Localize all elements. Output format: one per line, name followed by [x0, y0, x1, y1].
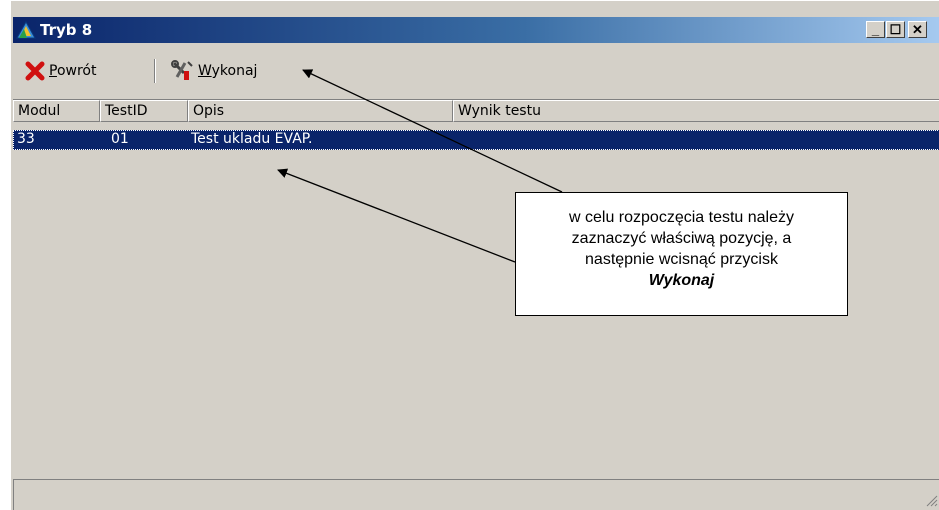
maximize-icon: ☐	[889, 22, 902, 37]
app-triangle-icon	[16, 21, 36, 39]
callout-line-2: zaznaczyć właściwą pozycję, a	[571, 230, 792, 247]
toolbar: Powrót Wykonaj	[13, 45, 939, 95]
column-header-opis[interactable]: Opis	[188, 100, 453, 122]
maximize-button[interactable]: ☐	[886, 21, 905, 38]
list-header: Modul TestID Opis Wynik testu	[13, 100, 939, 122]
close-button[interactable]: ✕	[908, 21, 927, 38]
table-row[interactable]: 33 01 Test ukladu EVAP.	[13, 130, 939, 150]
callout-line-3: następnie wcisnąć przycisk	[585, 251, 778, 268]
title-bar[interactable]: Tryb 8 _ ☐ ✕	[13, 17, 939, 43]
annotation-callout: w celu rozpoczęcia testu należy zaznaczy…	[515, 192, 848, 316]
execute-button-label: Wykonaj	[198, 63, 258, 79]
cell-testid: 01	[111, 131, 129, 147]
tools-icon	[171, 60, 193, 80]
back-button[interactable]: Powrót	[25, 59, 96, 83]
callout-line-4: Wykonaj	[648, 272, 715, 289]
window-title: Tryb 8	[40, 21, 93, 39]
close-icon: ✕	[912, 22, 923, 37]
back-button-label: Powrót	[49, 63, 97, 79]
execute-button[interactable]: Wykonaj	[171, 59, 257, 83]
cell-opis: Test ukladu EVAP.	[191, 131, 313, 147]
red-x-icon	[25, 61, 45, 81]
cell-modul: 33	[17, 131, 35, 147]
column-header-modul[interactable]: Modul	[13, 100, 100, 122]
column-header-testid[interactable]: TestID	[100, 100, 188, 122]
minimize-icon: _	[871, 22, 880, 37]
callout-line-1: w celu rozpoczęcia testu należy	[569, 209, 794, 226]
minimize-button[interactable]: _	[866, 21, 885, 38]
status-bar	[13, 479, 939, 510]
toolbar-separator	[154, 59, 156, 83]
column-header-wynik[interactable]: Wynik testu	[453, 100, 939, 122]
resize-grip-icon[interactable]	[924, 493, 938, 507]
